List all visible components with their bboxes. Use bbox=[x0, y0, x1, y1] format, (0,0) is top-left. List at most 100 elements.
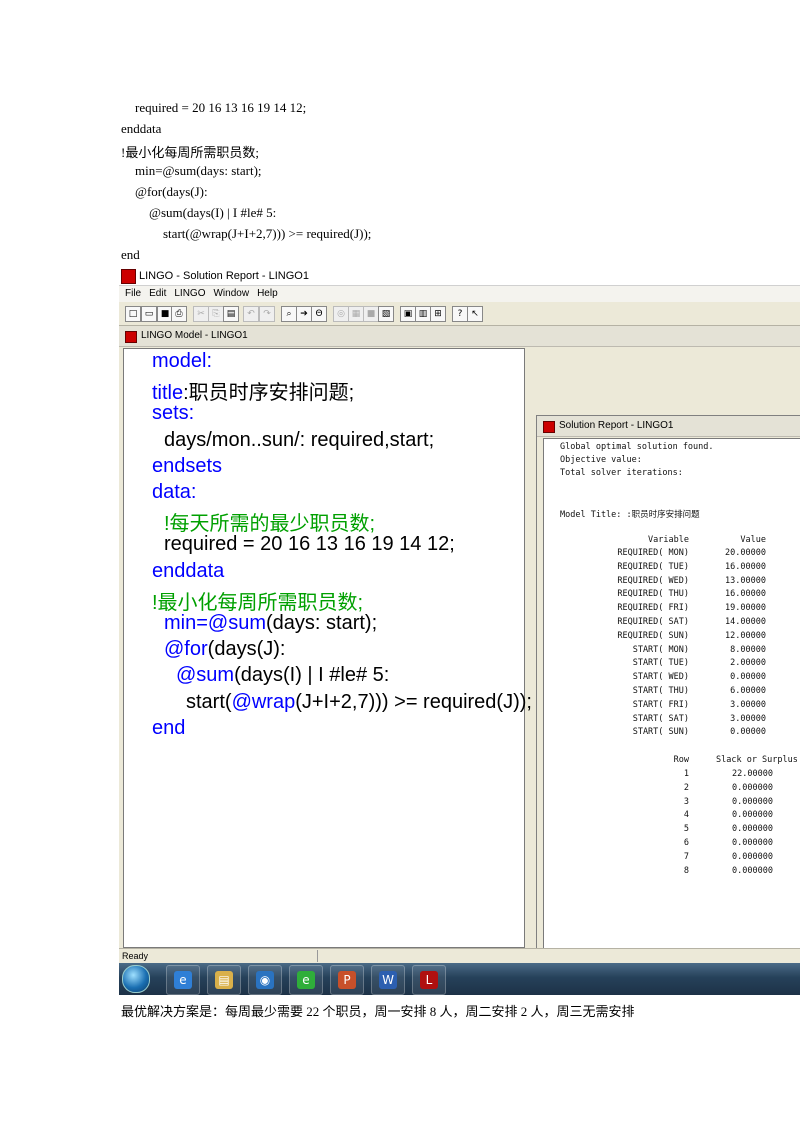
ie-icon: e bbox=[174, 971, 192, 989]
code-line: min=@sum(days: start); bbox=[164, 612, 378, 634]
doc-line: start(@wrap(J+I+2,7))) >= required(J)); bbox=[163, 226, 372, 241]
help-icon[interactable]: ? bbox=[452, 306, 468, 322]
report-slack-value: 0.000000 bbox=[732, 810, 773, 821]
model-window-titlebar[interactable]: LINGO Model - LINGO1 bbox=[119, 326, 800, 347]
menu-lingo[interactable]: LINGO bbox=[170, 286, 209, 302]
code-line: required = 20 16 13 16 19 14 12; bbox=[164, 533, 455, 556]
report-row-number: 5 bbox=[683, 824, 689, 835]
taskbar-button[interactable]: ◉ bbox=[248, 965, 282, 995]
taskbar-button[interactable]: ▤ bbox=[207, 965, 241, 995]
report-variable-header: Variable bbox=[648, 535, 689, 545]
doc-line: !最小化每周所需职员数; bbox=[121, 145, 259, 160]
report-slack-value: 22.00000 bbox=[732, 769, 773, 779]
report-variable-name: REQUIRED( SAT) bbox=[617, 617, 689, 627]
document-caption: 最优解决方案是：每周最少需要 22 个职员，周一安排 8 人，周二安排 2 人，… bbox=[121, 1004, 635, 1019]
report-row-number: 4 bbox=[683, 810, 689, 821]
report-variable-value: 2.00000 bbox=[730, 658, 766, 669]
goto-icon[interactable]: ➔ bbox=[296, 306, 312, 322]
menu-help[interactable]: Help bbox=[253, 286, 282, 302]
report-value-header: Value bbox=[740, 535, 766, 545]
status-divider bbox=[317, 950, 318, 962]
powerpoint-icon: P bbox=[338, 971, 356, 989]
code-line: endsets bbox=[152, 454, 223, 477]
taskbar-button[interactable]: e bbox=[166, 965, 200, 995]
report-variable-name: START( SUN) bbox=[632, 727, 689, 738]
report-variable-name: START( MON) bbox=[632, 644, 689, 655]
report-variable-name: START( WED) bbox=[632, 672, 689, 683]
taskbar-button[interactable]: L bbox=[412, 965, 446, 995]
redo-icon[interactable]: ↷ bbox=[259, 306, 275, 322]
report-slack-value: 0.000000 bbox=[732, 865, 773, 876]
open-icon[interactable]: ▭ bbox=[141, 306, 157, 322]
match-paren-icon[interactable]: Θ bbox=[311, 306, 327, 322]
copy-icon[interactable]: ⎘ bbox=[208, 306, 224, 322]
doc-line: end bbox=[121, 247, 140, 262]
code-line: @sum(days(I) | I #le# 5: bbox=[176, 664, 390, 687]
app-titlebar[interactable]: LINGO - Solution Report - LINGO1 bbox=[119, 267, 800, 286]
report-variable-value: 0.00000 bbox=[730, 727, 766, 738]
report-variable-name: REQUIRED( TUE) bbox=[617, 561, 689, 572]
report-variable-name: REQUIRED( WED) bbox=[617, 575, 689, 586]
solution-window-icon bbox=[543, 421, 555, 433]
report-slack-value: 0.000000 bbox=[732, 824, 773, 835]
report-row-number: 2 bbox=[683, 782, 689, 793]
find-icon[interactable]: ⌕ bbox=[281, 306, 297, 322]
code-line: sets: bbox=[152, 402, 195, 425]
report-variable-value: 19.00000 bbox=[725, 603, 766, 614]
report-variable-name: REQUIRED( FRI) bbox=[617, 603, 689, 614]
report-variable-value: 6.00000 bbox=[730, 686, 766, 696]
solution-window-title: Solution Report - LINGO1 bbox=[559, 420, 674, 431]
undo-icon[interactable]: ↶ bbox=[243, 306, 259, 322]
solve-icon[interactable]: ◎ bbox=[333, 306, 349, 322]
stop-icon[interactable]: ■ bbox=[363, 306, 379, 322]
lingo-app-window: LINGO - Solution Report - LINGO1 File Edi… bbox=[119, 267, 800, 995]
report-variable-name: START( SAT) bbox=[632, 713, 689, 724]
app-title: LINGO - Solution Report - LINGO1 bbox=[139, 270, 309, 282]
report-variable-value: 14.00000 bbox=[725, 617, 766, 627]
lingo-icon: L bbox=[420, 971, 438, 989]
solution-report-text[interactable]: Global optimal solution found. Objective… bbox=[543, 438, 800, 995]
code-line: days/mon..sun/: required,start; bbox=[164, 428, 435, 451]
model-editor[interactable]: model: title:职员时序安排问题; sets: days/mon..sun/… bbox=[123, 348, 532, 948]
taskbar-button[interactable]: e bbox=[289, 965, 323, 995]
report-slack-header: Slack or Surplus bbox=[716, 755, 798, 765]
doc-line: @sum(days(I) | I #le# 5: bbox=[149, 205, 277, 220]
report-slack-value: 0.000000 bbox=[732, 851, 773, 862]
status-text: Ready bbox=[122, 951, 149, 961]
taskbar-button[interactable]: P bbox=[330, 965, 364, 995]
report-variable-name: REQUIRED( SUN) bbox=[617, 630, 689, 641]
doc-line: enddata bbox=[121, 121, 162, 136]
model-window-title: LINGO Model - LINGO1 bbox=[141, 330, 248, 341]
report-variable-name: START( FRI) bbox=[632, 699, 689, 710]
menu-file[interactable]: File bbox=[119, 286, 145, 302]
menu-window[interactable]: Window bbox=[209, 286, 253, 302]
window-icon[interactable]: ▥ bbox=[415, 306, 431, 322]
report-variable-value: 20.00000 bbox=[725, 548, 766, 558]
cut-icon[interactable]: ✂ bbox=[193, 306, 209, 322]
code-line: end bbox=[152, 716, 186, 739]
report-status: Global optimal solution found. bbox=[560, 442, 714, 452]
report-variable-name: START( TUE) bbox=[632, 658, 689, 669]
menu-bar: File Edit LINGO Window Help bbox=[119, 286, 800, 302]
report-variable-value: 13.00000 bbox=[725, 575, 766, 586]
print-icon[interactable]: ⎙ bbox=[171, 306, 187, 322]
report-objective-label: Objective value: bbox=[560, 455, 642, 465]
picture-icon[interactable]: ▣ bbox=[400, 306, 416, 322]
start-orb-icon[interactable] bbox=[122, 965, 150, 993]
media-player-icon: ◉ bbox=[256, 971, 274, 989]
report-variable-value: 3.00000 bbox=[730, 713, 766, 724]
taskbar-button[interactable]: W bbox=[371, 965, 405, 995]
model-window-icon bbox=[125, 331, 137, 343]
status-bar: Ready bbox=[119, 948, 800, 963]
mdi-area: LINGO Model - LINGO1 model: title:职员时序安排问… bbox=[119, 326, 800, 995]
context-help-icon[interactable]: ↖ bbox=[467, 306, 483, 322]
solution-icon[interactable]: ▦ bbox=[348, 306, 364, 322]
new-icon[interactable]: □ bbox=[125, 306, 141, 322]
tile-icon[interactable]: ⊞ bbox=[430, 306, 446, 322]
report-variable-name: REQUIRED( THU) bbox=[617, 589, 689, 600]
solution-window-titlebar[interactable]: Solution Report - LINGO1 bbox=[537, 416, 800, 437]
paste-icon[interactable]: ▤ bbox=[223, 306, 239, 322]
menu-edit[interactable]: Edit bbox=[145, 286, 170, 302]
options-icon[interactable]: ▧ bbox=[378, 306, 394, 322]
browser-icon: e bbox=[297, 971, 315, 989]
